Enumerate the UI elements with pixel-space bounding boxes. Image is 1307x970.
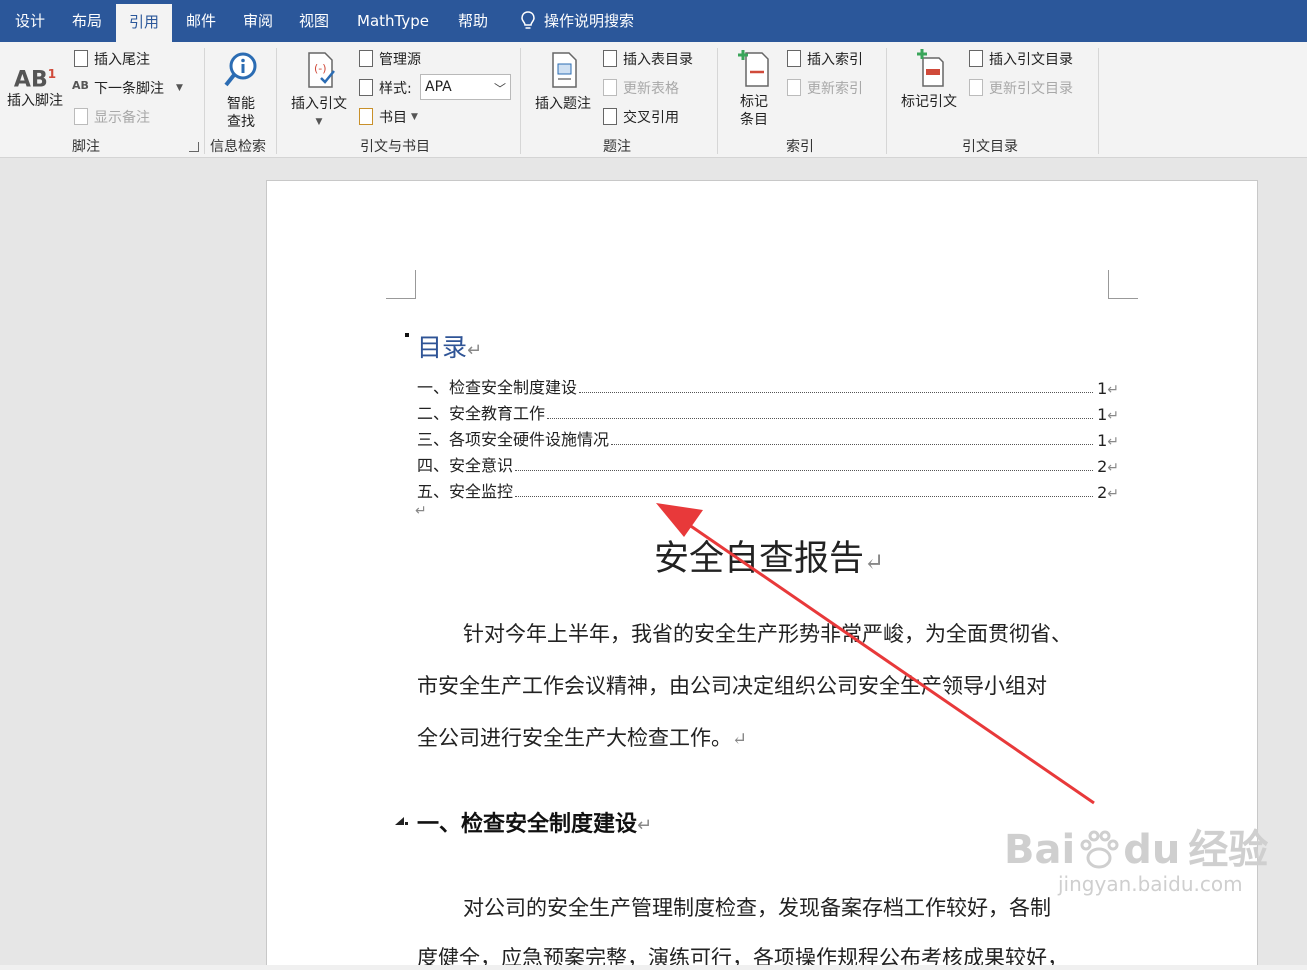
baidu-jingyan-watermark: Bai du 经验 jingyan.baidu.com — [1004, 828, 1268, 896]
watermark-cn: 经验 — [1188, 827, 1269, 873]
watermark-url: jingyan.baidu.com — [1058, 872, 1243, 896]
watermark-brand: Bai — [1004, 827, 1076, 873]
paw-logo-icon — [1080, 830, 1119, 869]
watermark-brand-2: du — [1123, 827, 1181, 873]
status-bar — [0, 965, 1307, 970]
annotation-arrow — [656, 503, 1095, 805]
